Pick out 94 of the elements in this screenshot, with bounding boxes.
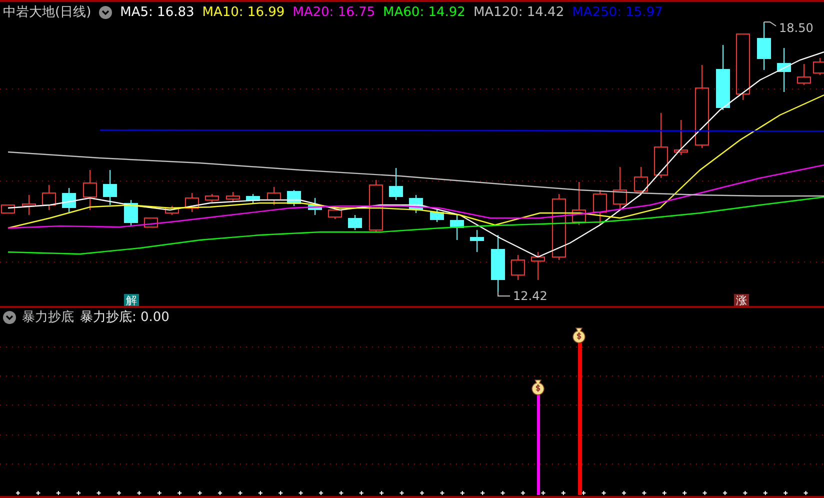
tick-mark: [722, 490, 728, 496]
candlestick: [409, 194, 423, 214]
candlestick: [1, 204, 15, 214]
tick-mark: [500, 490, 506, 496]
tick-mark: [803, 490, 808, 496]
candlestick: [124, 200, 138, 226]
candlestick: [716, 44, 730, 110]
candlestick: [389, 168, 403, 200]
tick-mark: [520, 490, 526, 496]
tick-mark: [682, 490, 688, 496]
collapse-icon[interactable]: [99, 6, 112, 18]
tick-mark: [96, 490, 102, 496]
candlestick: [103, 170, 117, 206]
candlestick: [430, 210, 444, 222]
candlestick: [267, 186, 281, 206]
tick-mark: [177, 490, 182, 496]
tick-mark: [601, 490, 606, 496]
indicator-name: 暴力抄底: [22, 309, 74, 326]
tick-mark: [238, 490, 243, 496]
leader-line: [498, 292, 510, 296]
money-bag-icon: [532, 380, 544, 396]
tick-mark: [136, 490, 142, 496]
tick-mark: [379, 490, 384, 496]
tick-mark: [116, 490, 122, 496]
tick-mark: [298, 490, 304, 496]
candlestick: [813, 58, 824, 76]
price-label: 12.42: [513, 289, 548, 303]
tick-mark: [480, 490, 486, 496]
tick-mark: [16, 490, 20, 496]
candlestick: [593, 190, 607, 226]
chart-title: 中岩大地(日线): [3, 4, 92, 21]
tick-mark: [622, 490, 626, 496]
tick-mark: [358, 490, 364, 496]
tick-mark: [399, 490, 404, 496]
tick-mark: [197, 490, 202, 496]
price-label: 18.50: [779, 21, 814, 35]
tick-mark: [742, 490, 748, 496]
candlestick: [450, 214, 464, 240]
moving-average-value: MA10: 16.99: [202, 4, 285, 20]
candlestick: [654, 112, 668, 178]
candlestick: [22, 194, 36, 216]
moving-average-value: MA120: 14.42: [473, 4, 564, 20]
indicator-value: 暴力抄底: 0.00: [80, 309, 170, 326]
candlestick: [572, 182, 586, 226]
candlestick: [308, 198, 322, 216]
candlestick: [144, 218, 158, 228]
candlestick: [552, 194, 566, 260]
candlestick: [185, 192, 199, 212]
tick-mark: [783, 490, 788, 496]
candlestick: [62, 188, 76, 212]
moving-average-value: MA20: 16.75: [292, 4, 376, 20]
tick-mark: [420, 490, 424, 496]
tick-mark: [318, 490, 324, 496]
collapse-icon[interactable]: [3, 310, 16, 324]
tick-mark: [36, 490, 41, 496]
tick-mark: [702, 490, 708, 496]
tick-mark: [156, 490, 162, 496]
tick-mark: [218, 490, 222, 496]
candlestick: [674, 120, 688, 156]
candlestick: [205, 194, 219, 202]
tick-mark: [460, 490, 465, 496]
candlestick: [165, 206, 179, 216]
tick-mark: [440, 490, 445, 496]
candlestick: [83, 170, 97, 210]
moving-average-value: MA60: 14.92: [383, 4, 466, 20]
candlestick: [777, 48, 791, 92]
tick-mark: [278, 490, 284, 496]
tick-mark: [662, 490, 667, 496]
tick-mark: [76, 490, 82, 496]
candlestick: [328, 206, 342, 220]
candlestick: [369, 180, 383, 232]
leader-line: [764, 22, 776, 26]
candlestick: [491, 234, 505, 292]
candlestick: [226, 192, 240, 202]
candlestick: [531, 252, 545, 280]
candlestick: [511, 254, 525, 280]
tick-mark: [540, 490, 546, 496]
moving-average-value: MA250: 15.97: [572, 4, 663, 20]
candlestick: [470, 230, 484, 252]
candlestick: [736, 34, 750, 100]
tick-mark: [258, 490, 263, 496]
tick-mark: [642, 490, 647, 496]
candlestick: [348, 214, 362, 230]
candlestick: [797, 64, 811, 86]
candlestick: [613, 166, 627, 210]
candlestick: [246, 194, 260, 204]
candlestick: [757, 22, 771, 70]
tick-mark: [338, 490, 344, 496]
moving-average-value: MA5: 16.83: [120, 4, 194, 20]
tick-mark: [762, 490, 768, 496]
tick-mark: [56, 490, 61, 496]
tick-mark: [560, 490, 566, 496]
candlestick: [42, 184, 56, 210]
money-bag-icon: [572, 328, 586, 344]
